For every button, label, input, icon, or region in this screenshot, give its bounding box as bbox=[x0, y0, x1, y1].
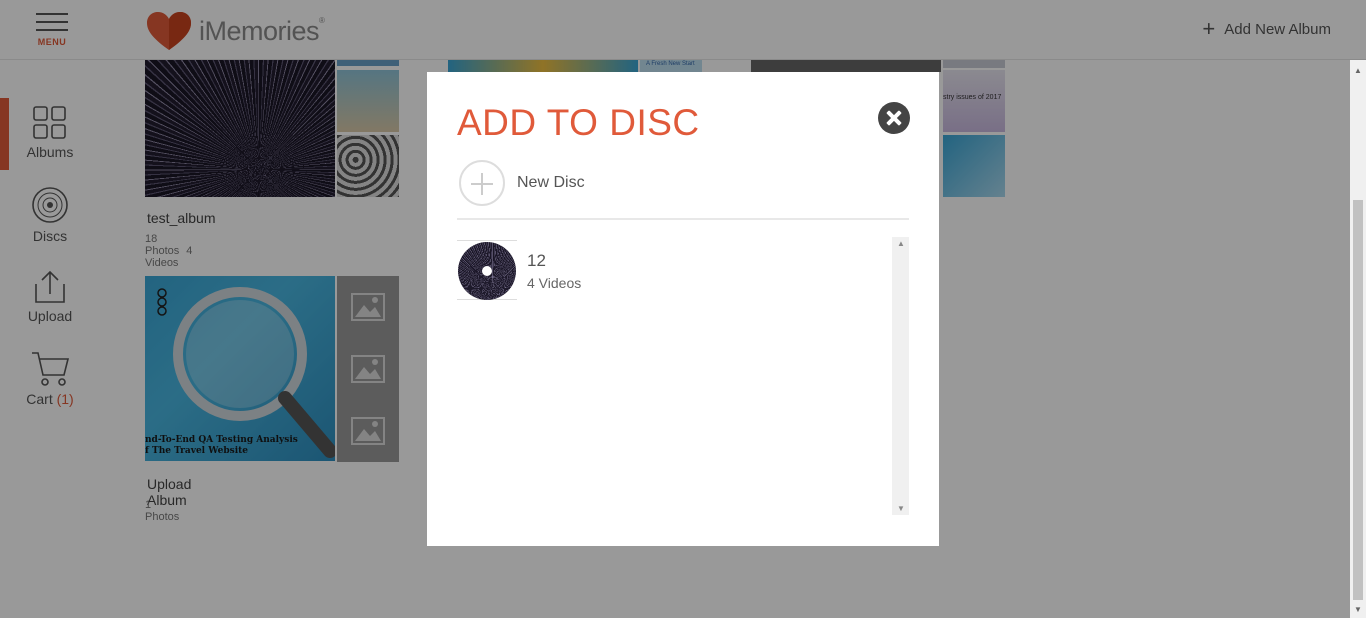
scroll-down-arrow-icon[interactable]: ▼ bbox=[1354, 605, 1362, 614]
list-scrollbar[interactable]: ▲ ▼ bbox=[892, 237, 909, 515]
new-disc-button[interactable]: New Disc bbox=[459, 160, 585, 206]
divider bbox=[457, 218, 909, 220]
disc-name: 12 bbox=[527, 251, 546, 270]
disc-meta: 4 Videos bbox=[527, 275, 582, 291]
disc-thumbnail bbox=[457, 240, 517, 300]
close-icon[interactable] bbox=[878, 102, 910, 134]
list-item[interactable]: 12 4 Videos bbox=[457, 240, 877, 302]
scroll-up-arrow-icon[interactable]: ▲ bbox=[897, 239, 905, 248]
scroll-down-arrow-icon[interactable]: ▼ bbox=[897, 504, 905, 513]
scroll-up-arrow-icon[interactable]: ▲ bbox=[1354, 66, 1362, 75]
disc-list: 12 4 Videos ▲ ▼ bbox=[457, 237, 909, 515]
disc-hole bbox=[482, 266, 492, 276]
add-to-disc-dialog: ADD TO DISC New Disc 12 4 Videos ▲ ▼ bbox=[427, 72, 939, 546]
dialog-title: ADD TO DISC bbox=[457, 102, 700, 143]
scrollbar-thumb[interactable] bbox=[1353, 200, 1363, 600]
add-circle-icon bbox=[459, 160, 505, 206]
page-scrollbar[interactable]: ▲ ▼ bbox=[1350, 60, 1366, 618]
new-disc-label: New Disc bbox=[517, 174, 585, 191]
